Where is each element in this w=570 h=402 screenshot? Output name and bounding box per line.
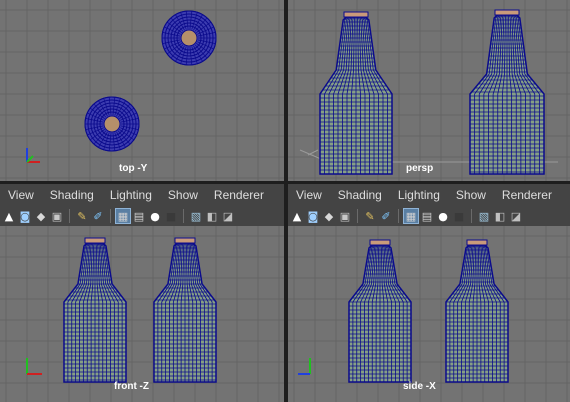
viewport-label: front -Z — [114, 381, 149, 392]
panel-menu-bar-left: View Shading Lighting Show Renderer ▲ ◙ ◆ ▣… — [0, 184, 284, 226]
grease-pencil-icon[interactable]: ✐ — [91, 209, 105, 223]
wireframe-on-shaded-icon[interactable]: ▤ — [132, 209, 146, 223]
grid — [0, 226, 284, 402]
smooth-shade-icon[interactable]: ● — [436, 209, 450, 223]
viewport-label: side -X — [403, 381, 436, 392]
menu-show[interactable]: Show — [456, 188, 486, 202]
toolbar-separator — [357, 209, 358, 223]
wireframe-on-shaded-icon[interactable]: ▤ — [420, 209, 434, 223]
use-default-material-icon[interactable]: ■ — [164, 209, 178, 223]
panel-menus: View Shading Lighting Show Renderer — [288, 184, 570, 206]
grid — [288, 226, 570, 402]
image-plane-icon[interactable]: ▣ — [338, 209, 352, 223]
menu-view[interactable]: View — [8, 188, 34, 202]
textured-icon[interactable]: ▧ — [477, 209, 491, 223]
panel-toolbar: ▲ ◙ ◆ ▣ ✎ ✐ ▦ ▤ ● ■ ▧ ◧ ◪ — [288, 206, 570, 226]
bookmark-icon[interactable]: ◆ — [322, 209, 336, 223]
isolate-select-icon[interactable]: ◪ — [509, 209, 523, 223]
menu-show[interactable]: Show — [168, 188, 198, 202]
menu-lighting[interactable]: Lighting — [110, 188, 152, 202]
shadows-icon[interactable]: ◧ — [493, 209, 507, 223]
menu-renderer[interactable]: Renderer — [214, 188, 264, 202]
toolbar-separator — [398, 209, 399, 223]
viewport-side[interactable]: side -X — [288, 226, 570, 402]
camera-select-icon[interactable]: ▲ — [2, 209, 16, 223]
panel-menu-bar-right: View Shading Lighting Show Renderer ▲ ◙ ◆ ▣… — [288, 184, 570, 226]
grid-icon[interactable]: ▦ — [115, 208, 131, 224]
isolate-select-icon[interactable]: ◪ — [221, 209, 235, 223]
pane-divider-horizontal[interactable] — [0, 181, 570, 184]
viewport-top[interactable]: top -Y — [0, 0, 284, 181]
bookmark-icon[interactable]: ◆ — [34, 209, 48, 223]
camera-select-icon[interactable]: ▲ — [290, 209, 304, 223]
viewport-side-canvas — [288, 226, 570, 402]
menu-shading[interactable]: Shading — [338, 188, 382, 202]
bottle-cap — [103, 115, 121, 133]
grid-icon[interactable]: ▦ — [403, 208, 419, 224]
two-d-pan-zoom-icon[interactable]: ✎ — [363, 209, 377, 223]
viewport-front[interactable]: front -Z — [0, 226, 284, 402]
viewport-front-canvas — [0, 226, 284, 402]
use-default-material-icon[interactable]: ■ — [452, 209, 466, 223]
pane-divider-vertical[interactable] — [284, 0, 288, 402]
grease-pencil-icon[interactable]: ✐ — [379, 209, 393, 223]
camera-attributes-icon[interactable]: ◙ — [18, 209, 32, 223]
viewport-label: top -Y — [119, 163, 148, 174]
panel-toolbar: ▲ ◙ ◆ ▣ ✎ ✐ ▦ ▤ ● ■ ▧ ◧ ◪ — [0, 206, 284, 226]
menu-view[interactable]: View — [296, 188, 322, 202]
smooth-shade-icon[interactable]: ● — [148, 209, 162, 223]
grid — [0, 0, 284, 181]
viewport-persp-canvas — [288, 0, 570, 181]
menu-shading[interactable]: Shading — [50, 188, 94, 202]
bottle-top-view-1[interactable] — [161, 10, 217, 66]
viewport-persp[interactable]: persp — [288, 0, 570, 181]
bottle-top-view-2[interactable] — [84, 96, 140, 152]
menu-renderer[interactable]: Renderer — [502, 188, 552, 202]
shadows-icon[interactable]: ◧ — [205, 209, 219, 223]
toolbar-separator — [183, 209, 184, 223]
toolbar-separator — [471, 209, 472, 223]
viewport-label: persp — [406, 163, 434, 174]
image-plane-icon[interactable]: ▣ — [50, 209, 64, 223]
camera-attributes-icon[interactable]: ◙ — [306, 209, 320, 223]
toolbar-separator — [110, 209, 111, 223]
viewport-top-canvas — [0, 0, 284, 181]
two-d-pan-zoom-icon[interactable]: ✎ — [75, 209, 89, 223]
menu-lighting[interactable]: Lighting — [398, 188, 440, 202]
panel-menus: View Shading Lighting Show Renderer — [0, 184, 284, 206]
toolbar-separator — [69, 209, 70, 223]
textured-icon[interactable]: ▧ — [189, 209, 203, 223]
bottle-cap — [180, 29, 198, 47]
